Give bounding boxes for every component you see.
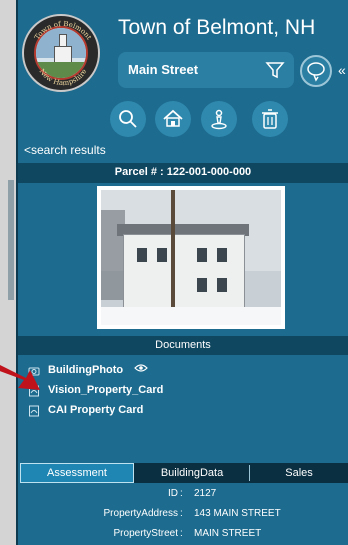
locate-parcel-button[interactable] xyxy=(201,101,237,137)
detail-value: 143 MAIN STREET xyxy=(194,508,281,519)
eye-icon[interactable] xyxy=(134,363,148,373)
clear-button[interactable] xyxy=(252,101,288,137)
lasso-icon xyxy=(307,62,325,82)
building-photo-label[interactable]: BuildingPhoto xyxy=(48,364,123,376)
detail-key: PropertyStreet xyxy=(113,528,178,539)
town-seal-logo: Town of Belmont New Hampshire xyxy=(22,14,100,92)
trash-icon xyxy=(262,109,278,129)
vision-property-card-label[interactable]: Vision_Property_Card xyxy=(48,384,163,396)
tab-building-data[interactable]: BuildingData xyxy=(136,463,248,483)
seal-lettering: Town of Belmont New Hampshire xyxy=(33,20,93,88)
filter-icon[interactable] xyxy=(264,59,286,81)
collapse-chevron-icon[interactable]: « xyxy=(338,62,346,78)
detail-key: PropertyAddress xyxy=(103,508,178,519)
search-button[interactable] xyxy=(110,101,146,137)
property-panel: Town of Belmont New Hampshire Town of Be… xyxy=(16,0,348,545)
svg-text:Town of Belmont: Town of Belmont xyxy=(33,20,93,42)
detail-separator: : xyxy=(180,528,183,539)
lasso-select-button[interactable] xyxy=(300,55,332,87)
background-strip xyxy=(0,0,16,545)
red-arrow-annotation xyxy=(0,365,40,390)
search-value[interactable]: Main Street xyxy=(128,62,198,77)
map-edge xyxy=(8,180,14,300)
street-search-field[interactable]: Main Street xyxy=(118,52,294,88)
parcel-header: Parcel # : 122-001-000-000 xyxy=(18,163,348,183)
detail-key: ID xyxy=(168,488,178,499)
tab-sales[interactable]: Sales xyxy=(250,463,348,483)
detail-value: 2127 xyxy=(194,488,217,499)
detail-separator: : xyxy=(180,508,183,519)
building-photo[interactable] xyxy=(97,186,285,329)
home-button[interactable] xyxy=(155,101,191,137)
parcel-number: Parcel # : 122-001-000-000 xyxy=(114,166,252,178)
documents-header: Documents xyxy=(18,336,348,355)
back-to-search-results-link[interactable]: <search results xyxy=(24,143,106,157)
cai-property-card-label[interactable]: CAI Property Card xyxy=(48,404,143,416)
detail-separator: : xyxy=(180,488,183,499)
tab-assessment[interactable]: Assessment xyxy=(20,463,134,483)
detail-value: MAIN STREET xyxy=(194,528,262,539)
person-location-icon xyxy=(211,109,227,130)
svg-text:New Hampshire: New Hampshire xyxy=(37,68,88,88)
pdf-icon xyxy=(29,405,39,417)
documents-title: Documents xyxy=(155,339,211,351)
search-icon xyxy=(119,110,137,128)
home-icon xyxy=(163,109,183,127)
app-title: Town of Belmont, NH xyxy=(118,16,316,39)
detail-tabs: Assessment BuildingData Sales xyxy=(20,463,348,483)
